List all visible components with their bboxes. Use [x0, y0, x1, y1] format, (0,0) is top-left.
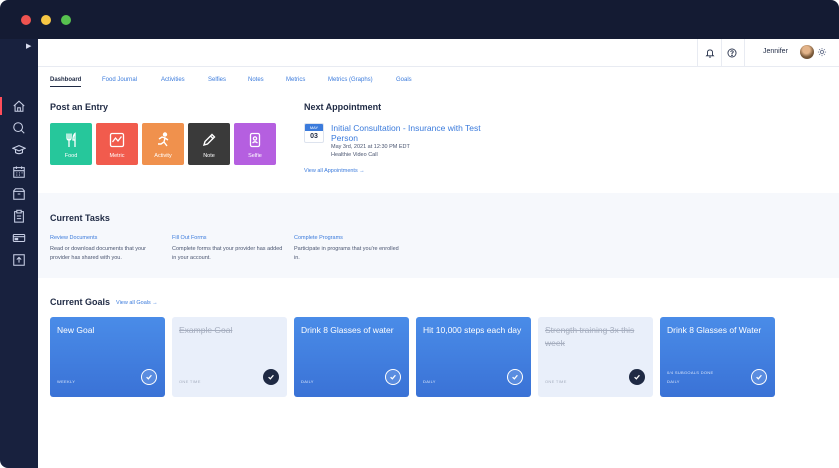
- goal-card[interactable]: Hit 10,000 steps each day DAILY: [416, 317, 531, 397]
- task-review-documents-desc: Read or download documents that your pro…: [50, 246, 147, 261]
- goal-card[interactable]: Drink 8 Glasses of Water 0/4 SUBGOALS DO…: [660, 317, 775, 397]
- tab-goals[interactable]: Goals: [396, 77, 412, 83]
- close-window-button[interactable]: [21, 15, 31, 25]
- tab-activities[interactable]: Activities: [161, 77, 185, 83]
- goal-frequency: ONE TIME: [545, 379, 567, 384]
- fork-knife-icon: [66, 132, 76, 147]
- title-bar: [0, 0, 839, 39]
- next-appointment-title: Next Appointment: [304, 102, 382, 112]
- tasks-section: [38, 193, 839, 278]
- goal-card[interactable]: Example Goal ONE TIME: [172, 317, 287, 397]
- check-icon: [390, 374, 396, 380]
- clipboard-icon[interactable]: [0, 205, 38, 227]
- post-note-button[interactable]: Note: [188, 123, 230, 165]
- chat-icon[interactable]: [0, 117, 38, 139]
- main-content: Jennifer Dashboard Food Journal Activiti…: [38, 39, 839, 468]
- tab-metrics[interactable]: Metrics: [286, 77, 305, 83]
- task-complete-programs-link[interactable]: Complete Programs: [294, 235, 343, 241]
- goal-frequency: DAILY: [667, 379, 680, 384]
- goal-frequency: DAILY: [423, 379, 436, 384]
- check-icon: [268, 374, 274, 380]
- goal-title: Drink 8 Glasses of Water: [667, 325, 762, 335]
- view-all-goals-link[interactable]: View all Goals →: [116, 300, 158, 306]
- tab-dashboard[interactable]: Dashboard: [50, 77, 82, 87]
- post-note-label: Note: [203, 153, 215, 159]
- appointment-day: 03: [310, 133, 318, 140]
- task-fill-out-forms-link[interactable]: Fill Out Forms: [172, 235, 207, 241]
- goal-title: Hit 10,000 steps each day: [423, 325, 522, 335]
- current-tasks-title: Current Tasks: [50, 213, 110, 223]
- tab-metrics-graphs[interactable]: Metrics (Graphs): [328, 77, 373, 83]
- goal-title: Drink 8 Glasses of water: [301, 325, 394, 335]
- bell-icon[interactable]: [703, 46, 717, 60]
- sidebar: ▶: [0, 39, 38, 468]
- goal-complete-toggle[interactable]: [629, 369, 645, 385]
- post-activity-label: Activity: [154, 153, 172, 159]
- appointment-month: MAY: [305, 124, 323, 131]
- goal-card[interactable]: Strength training 3x this week ONE TIME: [538, 317, 653, 397]
- post-food-label: Food: [64, 153, 78, 159]
- post-selfie-button[interactable]: Selfie: [234, 123, 276, 165]
- appointment-datetime: May 3rd, 2021 at 12:30 PM EDT: [331, 144, 410, 150]
- selfie-icon: [249, 132, 261, 148]
- goal-complete-toggle[interactable]: [141, 369, 157, 385]
- check-icon: [146, 374, 152, 380]
- post-metric-button[interactable]: Metric: [96, 123, 138, 165]
- goal-complete-toggle[interactable]: [507, 369, 523, 385]
- goal-card[interactable]: Drink 8 Glasses of water DAILY: [294, 317, 409, 397]
- task-fill-out-forms-desc: Complete forms that your provider has ad…: [172, 246, 283, 261]
- check-icon: [512, 374, 518, 380]
- minimize-window-button[interactable]: [41, 15, 51, 25]
- gear-icon[interactable]: [817, 47, 827, 57]
- goal-frequency: ONE TIME: [179, 379, 201, 384]
- upload-icon[interactable]: [0, 249, 38, 271]
- goal-title: Strength training 3x this week: [545, 325, 635, 348]
- user-name[interactable]: Jennifer: [763, 48, 788, 55]
- check-icon: [634, 374, 640, 380]
- task-complete-programs-desc: Participate in programs that you're enro…: [294, 246, 399, 261]
- view-all-appointments-link[interactable]: View all Appointments →: [304, 168, 365, 174]
- goal-frequency: DAILY: [301, 379, 314, 384]
- goal-card[interactable]: New Goal WEEKLY: [50, 317, 165, 397]
- appointment-type: Healthie Video Call: [331, 152, 378, 158]
- post-selfie-label: Selfie: [248, 153, 262, 159]
- calendar-icon[interactable]: [0, 161, 38, 183]
- check-icon: [756, 374, 762, 380]
- goal-title: New Goal: [57, 325, 95, 335]
- current-goals-title: Current Goals: [50, 297, 111, 307]
- graduation-cap-icon[interactable]: [0, 139, 38, 161]
- appointment-date-badge: MAY 03: [304, 123, 324, 143]
- post-food-button[interactable]: Food: [50, 123, 92, 165]
- goal-title: Example Goal: [179, 325, 233, 335]
- maximize-window-button[interactable]: [61, 15, 71, 25]
- tab-selfies[interactable]: Selfies: [208, 77, 226, 83]
- goal-frequency: WEEKLY: [57, 379, 76, 384]
- top-bar: Jennifer: [38, 39, 839, 67]
- home-icon[interactable]: [0, 95, 38, 117]
- app-window: ▶ Jennifer Dashboard Food Journal Activi…: [0, 0, 839, 468]
- post-entry-title: Post an Entry: [50, 102, 109, 112]
- help-icon[interactable]: [725, 46, 739, 60]
- chart-icon: [109, 132, 125, 148]
- goal-complete-toggle[interactable]: [263, 369, 279, 385]
- card-icon[interactable]: [0, 227, 38, 249]
- avatar[interactable]: [800, 45, 814, 59]
- goal-complete-toggle[interactable]: [751, 369, 767, 385]
- post-metric-label: Metric: [109, 153, 125, 159]
- pencil-icon: [202, 133, 216, 147]
- running-icon: [158, 132, 169, 147]
- package-icon[interactable]: [0, 183, 38, 205]
- tab-food-journal[interactable]: Food Journal: [102, 77, 137, 83]
- tab-notes[interactable]: Notes: [248, 77, 264, 83]
- appointment-name-link[interactable]: Initial Consultation - Insurance with Te…: [331, 123, 501, 143]
- task-review-documents-link[interactable]: Review Documents: [50, 235, 97, 241]
- sidebar-toggle-icon[interactable]: ▶: [26, 42, 31, 50]
- goal-subgoals: 0/4 SUBGOALS DONE: [667, 370, 714, 375]
- post-activity-button[interactable]: Activity: [142, 123, 184, 165]
- goal-complete-toggle[interactable]: [385, 369, 401, 385]
